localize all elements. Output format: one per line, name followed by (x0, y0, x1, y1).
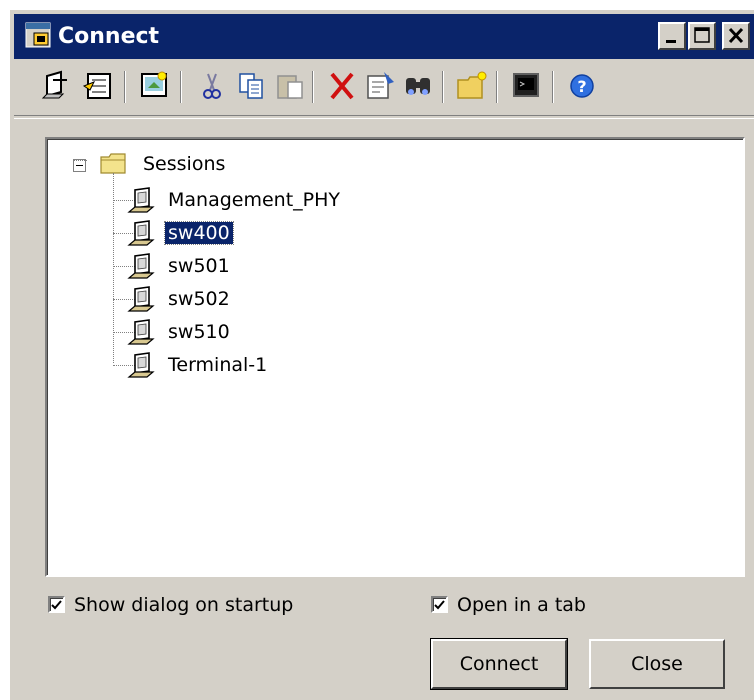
session-tree[interactable]: Sessions Management_PHY sw400 sw501 sw502 sw… (45, 137, 745, 577)
folder-icon (100, 153, 126, 174)
tree-item[interactable]: sw510 (47, 317, 647, 347)
help-icon: ? (570, 74, 594, 98)
maximize-icon (694, 27, 710, 43)
delete-icon (330, 72, 354, 100)
cut-button[interactable] (194, 68, 230, 104)
checkbox-box[interactable] (48, 596, 65, 613)
close-button[interactable]: Close (589, 639, 725, 689)
properties-icon (367, 72, 394, 99)
toolbar-separator (496, 71, 498, 103)
paste-icon (277, 75, 303, 99)
toolbar-separator (552, 71, 554, 103)
minimize-button[interactable] (658, 22, 686, 50)
checkmark-icon (51, 600, 62, 610)
toolbar-separator (180, 71, 182, 103)
connect-session-icon (41, 70, 67, 99)
tree-root-label: Sessions (143, 153, 226, 175)
tree-item-label: sw400 (164, 221, 234, 245)
app-window-icon (25, 22, 51, 48)
toolbar: ? (14, 63, 754, 113)
tree-item-label: Terminal-1 (168, 354, 268, 376)
close-icon (728, 27, 744, 44)
window-title: Connect (58, 24, 160, 49)
new-folder-button[interactable] (454, 68, 490, 104)
quick-connect-icon (82, 73, 111, 99)
cut-icon (203, 73, 221, 99)
toolbar-separator (312, 71, 314, 103)
session-icon (127, 253, 155, 279)
session-icon (127, 187, 155, 213)
find-icon (406, 78, 430, 95)
tree-item-label: sw501 (168, 255, 230, 277)
toolbar-separator (124, 71, 126, 103)
find-button[interactable] (400, 68, 436, 104)
terminal-button[interactable] (508, 68, 544, 104)
show-dialog-label: Show dialog on startup (74, 594, 294, 616)
session-icon (127, 286, 155, 312)
tree-item-label: sw510 (168, 321, 230, 343)
close-window-button[interactable] (722, 22, 750, 50)
toolbar-divider (14, 115, 754, 119)
minimize-icon (666, 40, 676, 43)
connect-button[interactable]: Connect (430, 638, 568, 690)
copy-button[interactable] (234, 68, 270, 104)
new-folder-icon (457, 71, 487, 99)
connect-dialog: Connect ? Sessions Management_PHY sw400 … (10, 10, 754, 700)
tree-item[interactable]: sw400 (47, 218, 647, 248)
tree-item-label: sw502 (168, 288, 230, 310)
checkmark-icon (434, 600, 445, 610)
session-icon (127, 220, 155, 246)
terminal-icon (513, 73, 539, 97)
session-icon (127, 319, 155, 345)
svg-text:?: ? (577, 77, 586, 96)
maximize-button[interactable] (688, 22, 716, 50)
tree-item[interactable]: Management_PHY (47, 185, 647, 215)
session-icon (127, 352, 155, 378)
tree-connector (73, 160, 87, 161)
checkbox-box[interactable] (431, 596, 448, 613)
quick-connect-button[interactable] (80, 68, 116, 104)
properties-button[interactable] (362, 68, 398, 104)
paste-button[interactable] (272, 68, 308, 104)
copy-icon (239, 73, 263, 99)
new-session-button[interactable] (136, 68, 172, 104)
tree-item[interactable]: sw502 (47, 284, 647, 314)
tree-item[interactable]: sw501 (47, 251, 647, 281)
toolbar-separator (442, 71, 444, 103)
open-in-tab-label: Open in a tab (457, 594, 586, 616)
connect-session-button[interactable] (39, 68, 75, 104)
title-bar[interactable]: Connect (14, 14, 754, 59)
new-session-icon (141, 71, 167, 97)
delete-button[interactable] (324, 68, 360, 104)
tree-item[interactable]: Terminal-1 (47, 350, 647, 380)
help-button[interactable]: ? (564, 68, 600, 104)
tree-item-label: Management_PHY (168, 189, 341, 211)
